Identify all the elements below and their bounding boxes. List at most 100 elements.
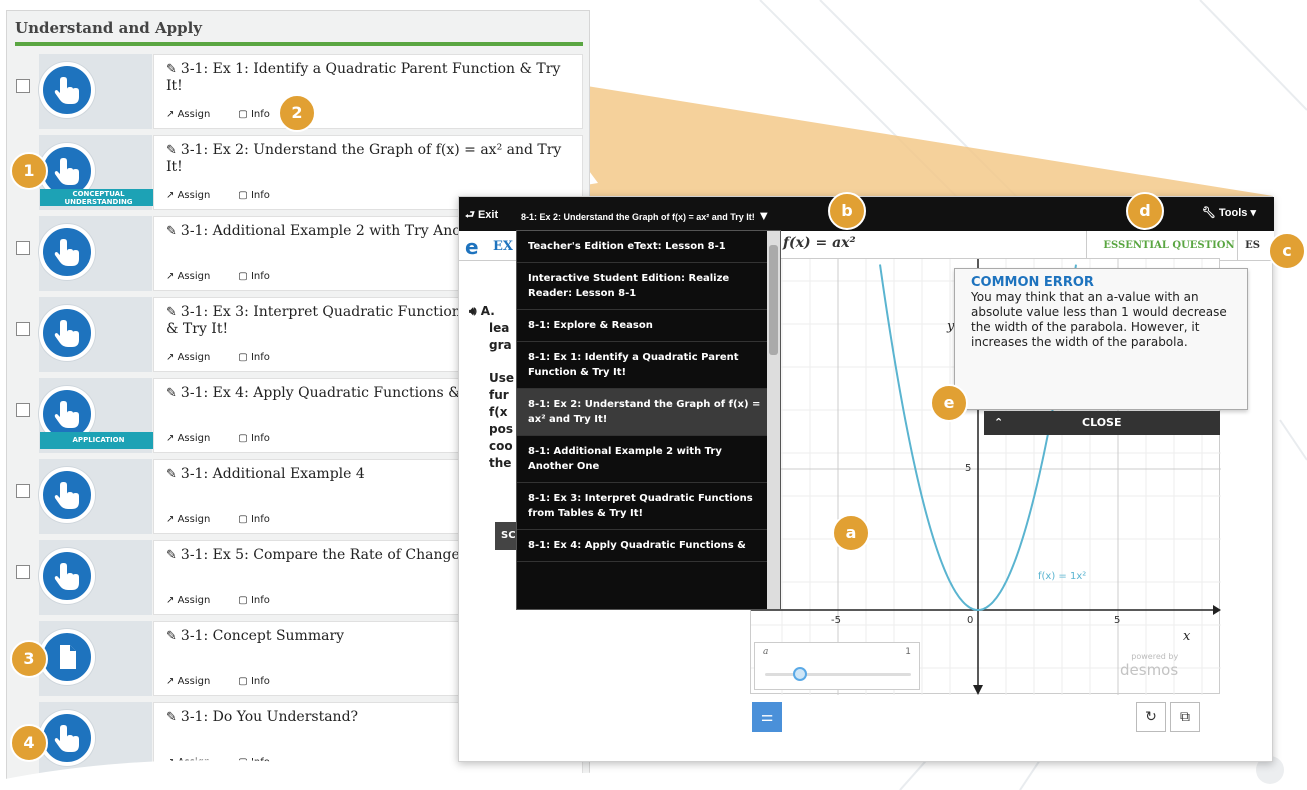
dropdown-item[interactable]: Interactive Student Edition: Realize Rea… — [517, 263, 780, 310]
assign-button[interactable]: ↗ Assign — [166, 514, 224, 525]
callout-badge: e — [930, 384, 968, 422]
callout-badge: d — [1126, 192, 1164, 230]
assign-button[interactable]: ↗ Assign — [166, 271, 224, 282]
category-tag: CONCEPTUAL UNDERSTANDING — [40, 189, 157, 206]
x-tick-neg5: -5 — [831, 615, 841, 626]
exit-button[interactable]: ⮐ Exit — [465, 206, 498, 225]
callout-badge: b — [828, 192, 866, 230]
info-button[interactable]: ▢ Info — [238, 352, 284, 363]
etext-logo: e — [465, 235, 479, 259]
popup-body: You may think that an a-value with an ab… — [971, 290, 1227, 349]
hand-pointer-icon — [39, 548, 95, 604]
dropdown-item[interactable]: Teacher's Edition eText: Lesson 8-1 — [517, 231, 780, 263]
example-label: EX — [493, 239, 513, 254]
callout-badge: c — [1268, 232, 1306, 270]
dropdown-item[interactable]: 8-1: Ex 1: Identify a Quadratic Parent F… — [517, 342, 780, 389]
x-tick-0: 0 — [967, 615, 974, 626]
dropdown-item[interactable]: 8-1: Additional Example 2 with Try Anoth… — [517, 436, 780, 483]
hand-pointer-icon — [39, 62, 95, 118]
item-title[interactable]: 3-1: Do You Understand? — [181, 709, 358, 725]
spanish-toggle[interactable]: ES — [1237, 231, 1267, 261]
callout-badge: 1 — [10, 152, 48, 190]
dropdown-item[interactable]: 8-1: Explore & Reason — [517, 310, 780, 342]
dropdown-item[interactable]: 8-1: Ex 3: Interpret Quadratic Functions… — [517, 483, 780, 530]
section-title: Understand and Apply — [15, 19, 202, 37]
select-checkbox[interactable] — [16, 565, 30, 579]
a-slider-panel[interactable]: a 1 — [754, 642, 920, 690]
link-icon: ✎ — [166, 386, 177, 401]
chevron-up-icon: ⌃ — [994, 416, 1004, 429]
callout-badge: 4 — [10, 724, 48, 762]
assign-button[interactable]: ↗ Assign — [166, 595, 224, 606]
item-title[interactable]: 3-1: Ex 1: Identify a Quadratic Parent F… — [166, 61, 560, 94]
refresh-icon: ↻ — [1145, 709, 1157, 725]
dropdown-item[interactable]: 8-1: Ex 4: Apply Quadratic Functions & — [517, 530, 780, 562]
select-checkbox[interactable] — [16, 403, 30, 417]
audio-icon[interactable]: 🔊︎ — [469, 304, 477, 318]
x-axis-label: x — [1183, 629, 1191, 644]
hand-pointer-icon — [39, 305, 95, 361]
select-checkbox[interactable] — [16, 322, 30, 336]
slider-max: 1 — [905, 647, 911, 657]
caret-down-icon: ▼ — [757, 208, 771, 223]
hand-pointer-icon — [39, 224, 95, 280]
link-icon: ✎ — [166, 467, 177, 482]
callout-badge: a — [832, 514, 870, 552]
item-title[interactable]: 3-1: Ex 5: Compare the Rate of Change — [181, 547, 460, 563]
function-heading: f(x) = ax² — [783, 235, 856, 251]
category-tag: APPLICATION — [40, 432, 157, 449]
info-button[interactable]: ▢ Info — [238, 595, 284, 606]
wrench-icon: 🔧︎ — [1201, 207, 1216, 219]
info-button[interactable]: ▢ Info — [238, 190, 284, 201]
dropdown-item-selected[interactable]: 8-1: Ex 2: Understand the Graph of f(x) … — [517, 389, 780, 436]
assign-button[interactable]: ↗ Assign — [166, 433, 224, 444]
hand-pointer-icon — [39, 467, 95, 523]
curve-label: f(x) = 1x² — [1038, 571, 1087, 582]
reset-button[interactable]: ↻ — [1136, 702, 1166, 732]
popup-title: COMMON ERROR — [971, 275, 1094, 290]
select-checkbox[interactable] — [16, 241, 30, 255]
info-button[interactable]: ▢ Info — [238, 433, 284, 444]
close-button[interactable]: ⌃ CLOSE — [984, 411, 1220, 435]
callout-badge: 3 — [10, 640, 48, 678]
slider-handle[interactable] — [793, 667, 807, 681]
info-button[interactable]: ▢ Info — [238, 676, 284, 687]
common-error-popup: COMMON ERROR You may think that an a-val… — [954, 268, 1248, 410]
section-underline — [15, 42, 583, 46]
link-icon: ✎ — [166, 62, 177, 77]
select-checkbox[interactable] — [16, 79, 30, 93]
scrollbar-thumb[interactable] — [769, 245, 778, 355]
link-icon: ✎ — [166, 629, 177, 644]
select-checkbox[interactable] — [16, 484, 30, 498]
y-tick-5: 5 — [965, 463, 972, 474]
callout-badge: 2 — [278, 94, 316, 132]
link-icon: ✎ — [166, 305, 177, 320]
lesson-text: 🔊︎ A. lea gra Use fur f(x pos coo the — [469, 304, 515, 470]
assign-button[interactable]: ↗ Assign — [166, 676, 224, 687]
link-icon: ✎ — [166, 143, 177, 158]
settings-sliders-button[interactable]: ⚌ — [752, 702, 782, 732]
lesson-select[interactable]: 8-1: Ex 2: Understand the Graph of f(x) … — [521, 208, 770, 223]
external-link-icon: ⧉ — [1180, 709, 1190, 725]
assign-button[interactable]: ↗ Assign — [166, 190, 224, 201]
item-title[interactable]: 3-1: Ex 2: Understand the Graph of f(x) … — [166, 142, 561, 175]
item-title[interactable]: 3-1: Concept Summary — [181, 628, 344, 644]
dropdown-scrollbar[interactable] — [767, 231, 780, 609]
x-tick-5: 5 — [1114, 615, 1121, 626]
info-button[interactable]: ▢ Info — [238, 271, 284, 282]
item-title[interactable]: 3-1: Additional Example 4 — [181, 466, 365, 482]
slider-track[interactable] — [765, 673, 911, 676]
tools-menu[interactable]: 🔧︎ Tools ▾ — [1202, 206, 1256, 219]
assign-button[interactable]: ↗ Assign — [166, 109, 224, 120]
link-icon: ✎ — [166, 548, 177, 563]
assign-button[interactable]: ↗ Assign — [166, 352, 224, 363]
open-external-button[interactable]: ⧉ — [1170, 702, 1200, 732]
link-icon: ✎ — [166, 224, 177, 239]
desmos-watermark: powered by desmos — [1120, 652, 1179, 679]
info-button[interactable]: ▢ Info — [238, 109, 284, 120]
essential-question-button[interactable]: ESSENTIAL QUESTION — [1086, 231, 1251, 261]
slider-label: a — [763, 647, 769, 657]
info-button[interactable]: ▢ Info — [238, 514, 284, 525]
sliders-icon: ⚌ — [760, 709, 774, 725]
lesson-dropdown[interactable]: Teacher's Edition eText: Lesson 8-1 Inte… — [516, 230, 781, 610]
